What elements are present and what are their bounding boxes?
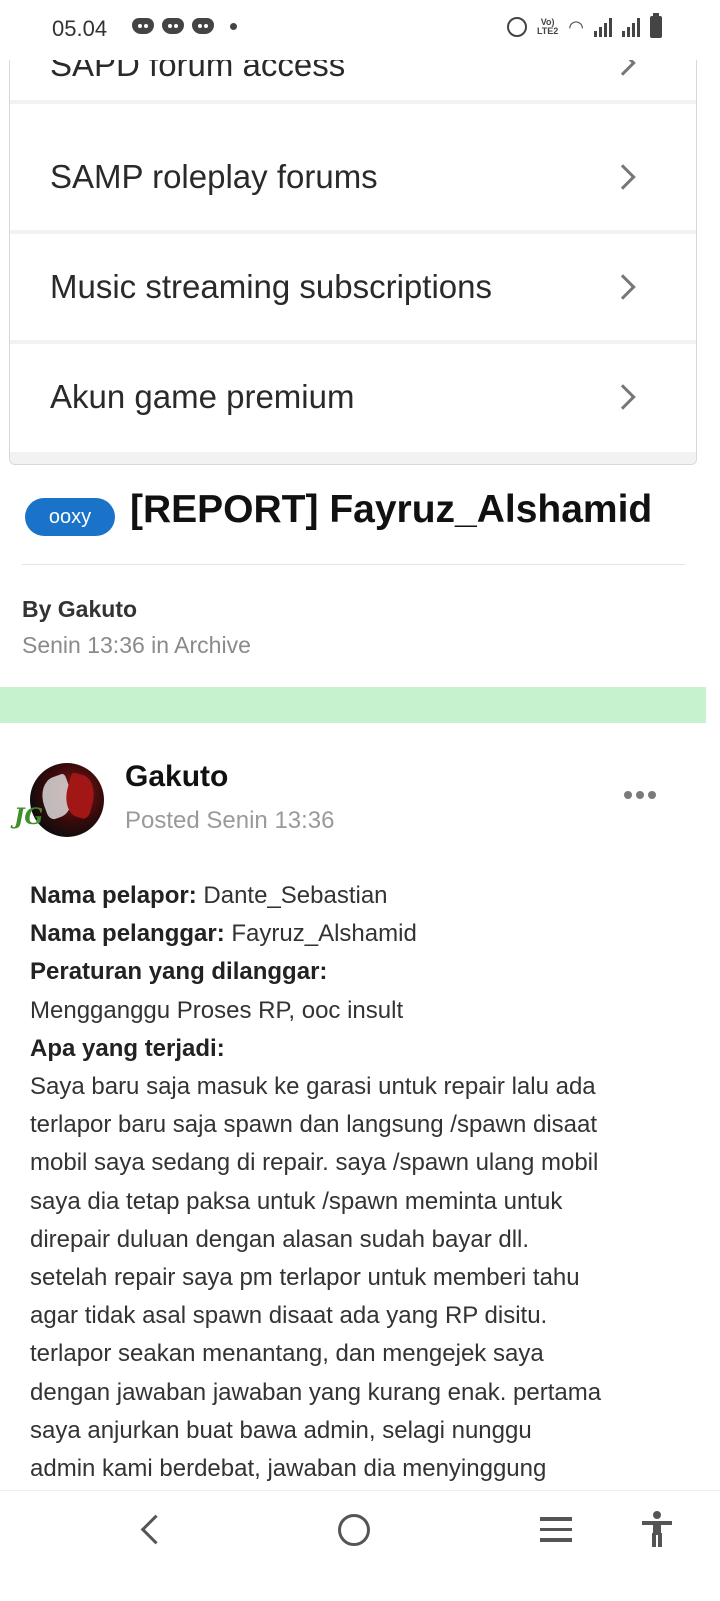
- menu-item-akun-game[interactable]: Akun game premium: [10, 344, 696, 450]
- menu-item-music-streaming[interactable]: Music streaming subscriptions: [10, 234, 696, 344]
- body-line: setelah repair saya pm terlapor untuk me…: [30, 1264, 580, 1292]
- rule-label-line: Peraturan yang dilanggar:: [30, 953, 690, 991]
- home-icon[interactable]: [338, 1514, 370, 1546]
- accessibility-icon[interactable]: [642, 1511, 672, 1547]
- menu-item-label: Music streaming subscriptions: [50, 268, 492, 305]
- recents-icon[interactable]: [540, 1517, 572, 1549]
- what-label: Apa yang terjadi:: [30, 1034, 225, 1062]
- system-nav-bar: [0, 1490, 720, 1601]
- reporter-label: Nama pelapor:: [30, 882, 197, 909]
- body-line: admin kami berdebat, jawaban dia menying…: [30, 1455, 547, 1483]
- chevron-right-icon: [610, 384, 636, 410]
- divider: [22, 564, 685, 565]
- signal-icon: [622, 17, 640, 37]
- post-content: Nama pelapor: Dante_Sebastian Nama pelan…: [30, 877, 690, 1488]
- body-line: saya dia tetap paksa untuk /spawn memint…: [30, 1187, 563, 1215]
- topic-author[interactable]: By Gakuto: [22, 596, 137, 623]
- menu-item-label: Akun game premium: [50, 378, 355, 415]
- body-line: agar tidak asal spawn disaat ada yang RP…: [30, 1302, 548, 1330]
- chevron-right-icon: [610, 164, 636, 190]
- menu-item-label: SAMP roleplay forums: [50, 158, 378, 195]
- status-bar: 05.04 Vo) LTE2 ◠: [0, 0, 720, 60]
- post-date: Posted Senin 13:36: [125, 807, 335, 834]
- menu-item-samp-roleplay[interactable]: SAMP roleplay forums: [10, 124, 696, 234]
- body-line: Saya baru saja masuk ke garasi untuk rep…: [30, 1073, 596, 1101]
- offender-line: Nama pelanggar: Fayruz_Alshamid: [30, 915, 690, 953]
- notification-icons: [132, 18, 237, 34]
- topic-title: [REPORT] Fayruz_Alshamid: [130, 488, 653, 531]
- discord-icon: [132, 18, 154, 34]
- offender-label: Nama pelanggar:: [30, 920, 225, 948]
- section-band: [0, 687, 706, 723]
- rule-label: Peraturan yang dilanggar:: [30, 958, 328, 986]
- offender-value: Fayruz_Alshamid: [231, 920, 417, 948]
- chevron-right-icon: [610, 274, 636, 300]
- wifi-icon: ◠: [568, 16, 584, 37]
- more-options-icon[interactable]: [624, 791, 656, 799]
- alarm-icon: [506, 17, 527, 37]
- body-line: direpair duluan dengan alasan sudah baya…: [30, 1225, 530, 1253]
- what-label-line: Apa yang terjadi:: [30, 1030, 690, 1068]
- body-line: dengan jawaban jawaban yang kurang enak.…: [30, 1378, 602, 1406]
- body-line: mobil saya sedang di repair. saya /spawn…: [30, 1149, 599, 1177]
- more-notifications-dot-icon: [230, 22, 237, 30]
- body-line: terlapor seakan menantang, dan mengejek …: [30, 1340, 544, 1368]
- status-time: 05.04: [52, 16, 108, 41]
- discord-icon: [162, 18, 184, 34]
- back-icon[interactable]: [140, 1514, 171, 1545]
- body-line: terlapor baru saja spawn dan langsung /s…: [30, 1111, 598, 1139]
- volte-icon: Vo) LTE2: [536, 17, 559, 36]
- system-icons: Vo) LTE2 ◠: [506, 13, 662, 38]
- post-author[interactable]: Gakuto: [125, 760, 228, 794]
- reporter-line: Nama pelapor: Dante_Sebastian: [30, 877, 690, 915]
- battery-icon: [650, 13, 662, 38]
- topic-meta: Senin 13:36 in Archive: [22, 632, 251, 658]
- menu-footer: [10, 452, 696, 464]
- discord-icon: [192, 18, 214, 34]
- body-line: saya anjurkan buat bawa admin, selagi nu…: [30, 1416, 532, 1444]
- menu-list: SAPD forum access SAMP roleplay forums M…: [9, 0, 697, 465]
- reporter-value: Dante_Sebastian: [203, 882, 388, 909]
- rule-value: Mengganggu Proses RP, ooc insult: [30, 996, 404, 1024]
- topic-prefix-badge[interactable]: ooxy: [25, 498, 115, 536]
- signal-icon: [594, 17, 612, 37]
- author-badge: JG: [14, 804, 44, 830]
